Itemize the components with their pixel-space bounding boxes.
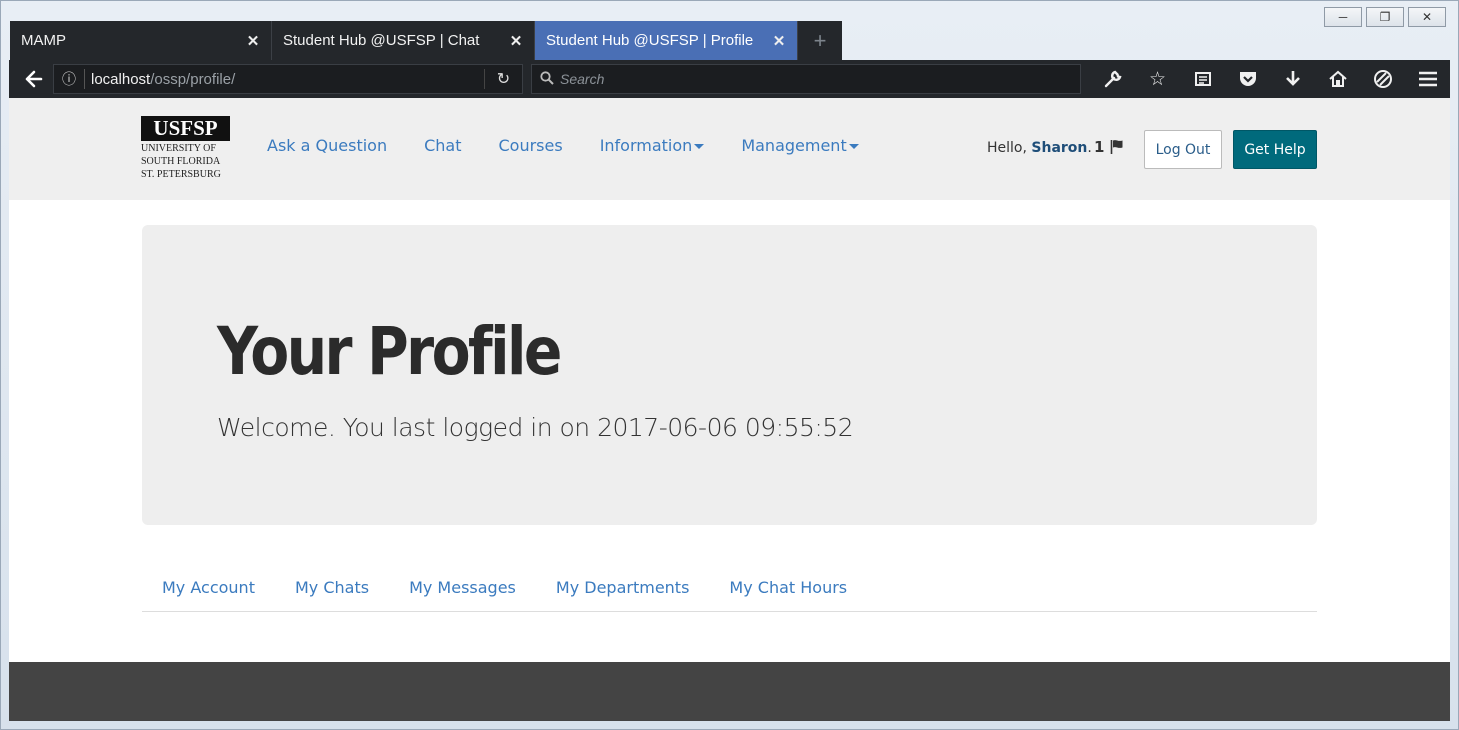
page-title: Your Profile [217, 313, 562, 390]
site-header: USFSP UNIVERSITY OF SOUTH FLORIDA ST. PE… [9, 98, 1450, 200]
caret-down-icon [848, 144, 859, 149]
nav-information[interactable]: Information [600, 136, 705, 155]
logout-button[interactable]: Log Out [1144, 130, 1222, 169]
search-placeholder: Search [560, 71, 605, 87]
tab-close-icon[interactable]: ✕ [771, 32, 787, 50]
back-arrow-icon [25, 70, 43, 88]
greeting-suffix: . [1087, 140, 1092, 156]
logo-line: UNIVERSITY OF [141, 143, 216, 154]
wrench-icon[interactable] [1090, 60, 1135, 98]
tab-profile[interactable]: Student Hub @USFSP | Profile ✕ [535, 21, 798, 60]
star-icon[interactable]: ☆ [1135, 60, 1180, 98]
logo-line: ST. PETERSBURG [141, 169, 221, 180]
new-tab-button[interactable]: + [798, 21, 842, 60]
tab-title: Student Hub @USFSP | Chat [283, 32, 480, 49]
profile-tabs: My Account My Chats My Messages My Depar… [142, 568, 1317, 612]
logo-mark: USFSP [141, 116, 230, 141]
tab-my-messages[interactable]: My Messages [389, 568, 536, 611]
usfsp-logo[interactable]: USFSP UNIVERSITY OF SOUTH FLORIDA ST. PE… [141, 116, 233, 180]
tab-my-chats[interactable]: My Chats [275, 568, 389, 611]
close-window-button[interactable]: ✕ [1408, 7, 1446, 27]
greeting-prefix: Hello, [987, 140, 1032, 156]
plus-icon: + [813, 27, 827, 53]
logo-line: SOUTH FLORIDA [141, 156, 221, 167]
site-footer [9, 662, 1450, 721]
close-icon: ✕ [1421, 10, 1433, 24]
flag-count[interactable]: 1 [1094, 138, 1104, 156]
nav-chat[interactable]: Chat [424, 136, 461, 155]
download-icon[interactable] [1270, 60, 1315, 98]
tab-my-account[interactable]: My Account [142, 568, 275, 611]
nav-courses[interactable]: Courses [498, 136, 562, 155]
address-bar[interactable]: ⓘ localhost/ossp/profile/ ↻ [53, 64, 523, 94]
user-greeting: Hello, Sharon. [987, 140, 1092, 156]
welcome-message: Welcome. You last logged in on 2017-06-0… [217, 413, 854, 442]
nav-management[interactable]: Management [741, 136, 859, 155]
tab-close-icon[interactable]: ✕ [245, 32, 261, 50]
profile-jumbotron: Your Profile Welcome. You last logged in… [142, 225, 1317, 525]
main-nav: Ask a Question Chat Courses Information … [267, 136, 896, 155]
reader-icon[interactable] [1180, 60, 1225, 98]
get-help-button[interactable]: Get Help [1233, 130, 1317, 169]
url-path: /ossp/profile/ [150, 70, 236, 88]
back-button[interactable] [19, 64, 49, 94]
sync-icon[interactable] [1360, 60, 1405, 98]
home-icon[interactable] [1315, 60, 1360, 98]
url-text[interactable]: localhost/ossp/profile/ [85, 71, 484, 88]
tab-my-chat-hours[interactable]: My Chat Hours [709, 568, 867, 611]
pocket-icon[interactable] [1225, 60, 1270, 98]
nav-management-label: Management [741, 136, 847, 155]
minimize-icon: ─ [1338, 10, 1348, 24]
web-page: USFSP UNIVERSITY OF SOUTH FLORIDA ST. PE… [9, 98, 1450, 721]
tab-chat[interactable]: Student Hub @USFSP | Chat ✕ [272, 21, 535, 60]
user-name[interactable]: Sharon [1031, 140, 1087, 156]
window-controls: ─ ❐ ✕ [1324, 7, 1446, 27]
site-info-icon[interactable]: ⓘ [54, 69, 84, 89]
caret-down-icon [694, 144, 705, 149]
nav-ask-question[interactable]: Ask a Question [267, 136, 387, 155]
tab-mamp[interactable]: MAMP ✕ [10, 21, 272, 60]
search-input[interactable]: Search [531, 64, 1081, 94]
toolbar-icons: ☆ [1090, 60, 1450, 98]
tab-close-icon[interactable]: ✕ [508, 32, 524, 50]
nav-information-label: Information [599, 136, 693, 155]
browser-navbar: ⓘ localhost/ossp/profile/ ↻ Search ☆ [9, 60, 1450, 98]
search-icon [540, 70, 560, 88]
tab-strip: MAMP ✕ Student Hub @USFSP | Chat ✕ Stude… [10, 21, 842, 60]
minimize-button[interactable]: ─ [1324, 7, 1362, 27]
tab-title: MAMP [21, 32, 66, 49]
maximize-button[interactable]: ❐ [1366, 7, 1404, 27]
flag-icon[interactable] [1110, 139, 1124, 159]
reload-icon[interactable]: ↻ [484, 69, 522, 89]
url-host: localhost [91, 70, 151, 88]
menu-icon[interactable] [1405, 60, 1450, 98]
tab-my-departments[interactable]: My Departments [536, 568, 710, 611]
maximize-icon: ❐ [1379, 10, 1391, 24]
tab-title: Student Hub @USFSP | Profile [546, 32, 754, 49]
